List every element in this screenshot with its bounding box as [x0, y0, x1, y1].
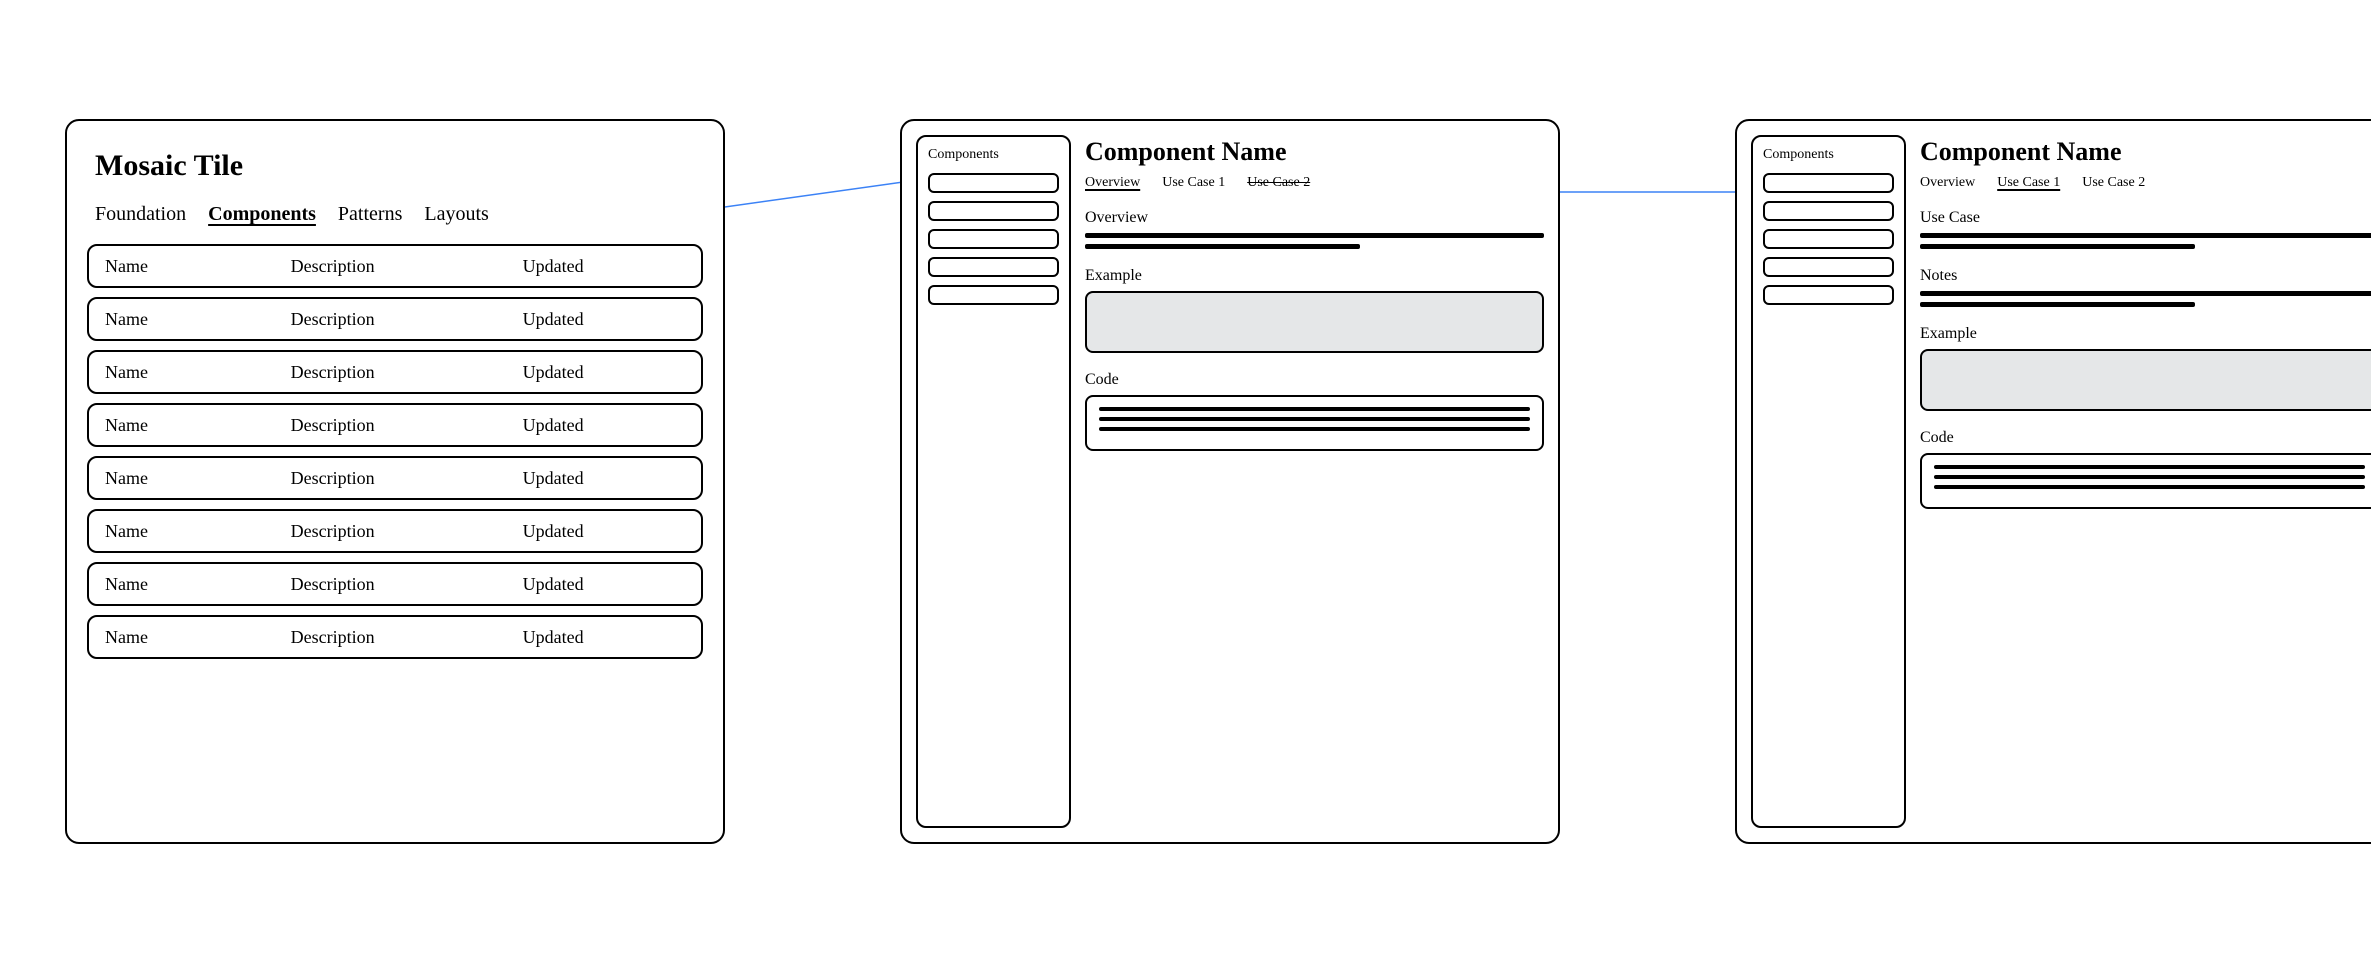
- table-row[interactable]: Name Description Updated: [87, 509, 703, 553]
- cell-description: Description: [291, 574, 523, 595]
- table-row[interactable]: Name Description Updated: [87, 615, 703, 659]
- sidebar-item[interactable]: [1763, 285, 1894, 305]
- section-code-heading: Code: [1920, 429, 2371, 447]
- table-row[interactable]: Name Description Updated: [87, 297, 703, 341]
- cell-name: Name: [105, 627, 291, 648]
- sidebar-item[interactable]: [1763, 257, 1894, 277]
- overview-text: [1085, 233, 1544, 249]
- example-preview: [1920, 349, 2371, 411]
- subtab-overview[interactable]: Overview: [1920, 175, 1975, 191]
- sidebar: Components: [1751, 135, 1906, 828]
- section-overview-heading: Overview: [1085, 209, 1544, 227]
- cell-name: Name: [105, 256, 291, 277]
- main-content: Component Name Overview Use Case 1 Use C…: [1085, 135, 1544, 828]
- cell-description: Description: [291, 627, 523, 648]
- sidebar: Components: [916, 135, 1071, 828]
- tab-components[interactable]: Components: [208, 203, 316, 226]
- sidebar-item[interactable]: [928, 285, 1059, 305]
- sidebar-item[interactable]: [928, 201, 1059, 221]
- cell-updated: Updated: [523, 468, 685, 489]
- detail-tabs: Overview Use Case 1 Use Case 2: [1085, 175, 1544, 191]
- main-content: Component Name Overview Use Case 1 Use C…: [1920, 135, 2371, 828]
- subtab-usecase2[interactable]: Use Case 2: [1247, 175, 1310, 191]
- cell-description: Description: [291, 362, 523, 383]
- cell-description: Description: [291, 521, 523, 542]
- detail-tabs: Overview Use Case 1 Use Case 2: [1920, 175, 2371, 191]
- tab-foundation[interactable]: Foundation: [95, 203, 186, 226]
- cell-description: Description: [291, 256, 523, 277]
- sidebar-title: Components: [1763, 147, 1894, 163]
- cell-description: Description: [291, 415, 523, 436]
- cell-name: Name: [105, 468, 291, 489]
- sidebar-item[interactable]: [1763, 201, 1894, 221]
- subtab-overview[interactable]: Overview: [1085, 175, 1140, 191]
- component-list: Name Description Updated Name Descriptio…: [87, 244, 703, 659]
- code-block: [1085, 395, 1544, 451]
- cell-updated: Updated: [523, 309, 685, 330]
- table-row[interactable]: Name Description Updated: [87, 244, 703, 288]
- section-usecase-heading: Use Case: [1920, 209, 2371, 227]
- cell-name: Name: [105, 521, 291, 542]
- frame-index: Mosaic Tile Foundation Components Patter…: [65, 119, 725, 844]
- frame-overview: Components Component Name Overview Use C…: [900, 119, 1560, 844]
- tab-layouts[interactable]: Layouts: [424, 203, 488, 226]
- code-block: [1920, 453, 2371, 509]
- notes-text: [1920, 291, 2371, 307]
- tab-patterns[interactable]: Patterns: [338, 203, 402, 226]
- table-row[interactable]: Name Description Updated: [87, 403, 703, 447]
- section-example-heading: Example: [1920, 325, 2371, 343]
- sidebar-item[interactable]: [1763, 229, 1894, 249]
- table-row[interactable]: Name Description Updated: [87, 350, 703, 394]
- example-preview: [1085, 291, 1544, 353]
- app-title: Mosaic Tile: [95, 149, 703, 183]
- section-example-heading: Example: [1085, 267, 1544, 285]
- sidebar-item[interactable]: [1763, 173, 1894, 193]
- cell-updated: Updated: [523, 521, 685, 542]
- subtab-usecase1[interactable]: Use Case 1: [1997, 175, 2060, 191]
- cell-updated: Updated: [523, 256, 685, 277]
- cell-updated: Updated: [523, 574, 685, 595]
- subtab-usecase1[interactable]: Use Case 1: [1162, 175, 1225, 191]
- subtab-usecase2[interactable]: Use Case 2: [2082, 175, 2145, 191]
- frame-usecase: Components Component Name Overview Use C…: [1735, 119, 2371, 844]
- usecase-text: [1920, 233, 2371, 249]
- sidebar-item[interactable]: [928, 257, 1059, 277]
- sidebar-item[interactable]: [928, 229, 1059, 249]
- table-row[interactable]: Name Description Updated: [87, 456, 703, 500]
- cell-description: Description: [291, 468, 523, 489]
- cell-name: Name: [105, 415, 291, 436]
- cell-name: Name: [105, 574, 291, 595]
- sidebar-item[interactable]: [928, 173, 1059, 193]
- section-notes-heading: Notes: [1920, 267, 2371, 285]
- cell-name: Name: [105, 362, 291, 383]
- cell-updated: Updated: [523, 362, 685, 383]
- table-row[interactable]: Name Description Updated: [87, 562, 703, 606]
- section-code-heading: Code: [1085, 371, 1544, 389]
- sidebar-title: Components: [928, 147, 1059, 163]
- page-title: Component Name: [1085, 137, 1544, 167]
- cell-updated: Updated: [523, 415, 685, 436]
- cell-name: Name: [105, 309, 291, 330]
- cell-updated: Updated: [523, 627, 685, 648]
- page-title: Component Name: [1920, 137, 2371, 167]
- index-tabs: Foundation Components Patterns Layouts: [95, 203, 703, 226]
- cell-description: Description: [291, 309, 523, 330]
